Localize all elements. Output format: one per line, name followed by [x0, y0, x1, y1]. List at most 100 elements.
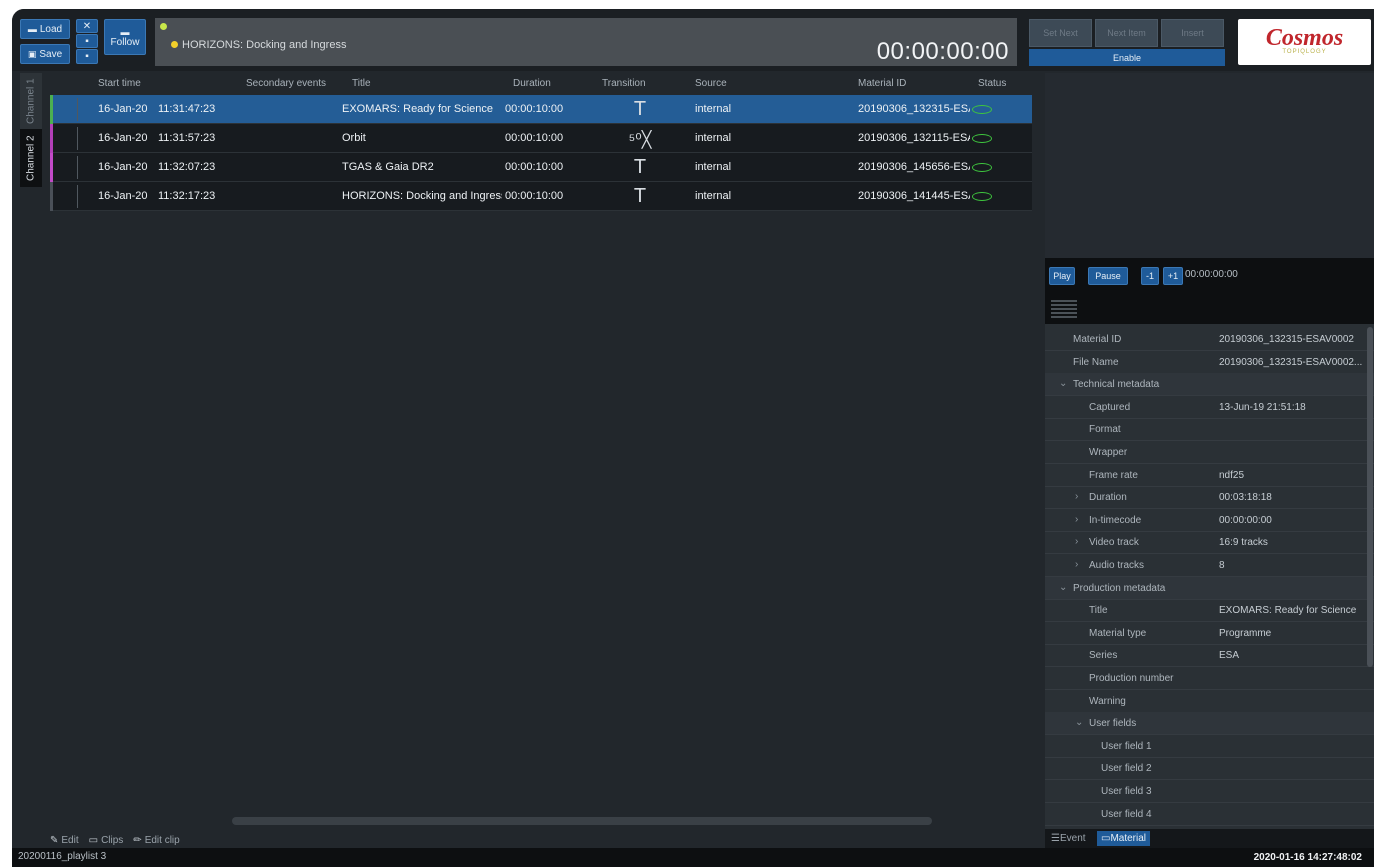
metadata-label: Technical metadata [1073, 379, 1160, 391]
row-title: TGAS & Gaia DR2 [342, 161, 434, 173]
metadata-value: EXOMARS: Ready for Science [1219, 605, 1357, 617]
row-material-id: 20190306_132115-ESAV0001 [858, 132, 970, 144]
transition-cut-icon[interactable]: T [628, 185, 652, 208]
chevron-down-icon[interactable]: ⌄ [1059, 378, 1067, 389]
metadata-row[interactable]: ⌄ Technical metadata [1045, 373, 1374, 397]
tab-channel-1[interactable]: Channel 1 [20, 73, 42, 129]
metadata-panel: Material ID 20190306_132315-ESAV0002 File … [1045, 324, 1374, 829]
metadata-value: 20190306_132315-ESAV0002 [1219, 334, 1354, 345]
delete-button[interactable]: ✕ [76, 19, 98, 33]
metadata-label: Captured [1089, 401, 1131, 413]
status-ok-icon [972, 192, 992, 201]
metadata-label: Warning [1089, 695, 1126, 707]
metadata-row: User field 2 [1045, 757, 1374, 781]
chevron-down-icon[interactable]: ⌄ [1075, 717, 1083, 728]
row-time: 11:31:47:23 [158, 103, 216, 115]
row-source: internal [695, 161, 732, 173]
metadata-value: 00:00:00:00 [1219, 514, 1272, 526]
playlist-row[interactable]: 16-Jan-20 11:31:57:23 Orbit 00:00:10:00 … [50, 124, 1032, 153]
row-date: 16-Jan-20 [98, 103, 148, 115]
set-next-button[interactable]: Set Next [1029, 19, 1092, 47]
col-source[interactable]: Source [695, 78, 727, 89]
row-title: HORIZONS: Docking and Ingress [342, 190, 502, 202]
follow-button[interactable]: ▬ Follow [104, 19, 146, 55]
player-timecode: 00:00:00:00 [1185, 269, 1238, 280]
metadata-label: User fields [1089, 718, 1137, 730]
col-start-time[interactable]: Start time [98, 78, 141, 89]
transition-cut-icon[interactable]: T [628, 98, 652, 121]
col-duration[interactable]: Duration [513, 78, 551, 89]
metadata-label: User field 2 [1101, 763, 1152, 775]
pause-button[interactable]: Pause [1088, 267, 1128, 285]
step-back-button[interactable]: -1 [1141, 267, 1159, 285]
metadata-row[interactable]: ⌄ Production metadata [1045, 576, 1374, 600]
metadata-label: Material type [1089, 627, 1147, 639]
chevron-right-icon[interactable]: › [1075, 559, 1078, 570]
paste-button[interactable]: ▪ [76, 49, 98, 64]
step-forward-button[interactable]: +1 [1163, 267, 1183, 285]
pencil-icon: ✏ [133, 834, 142, 846]
load-button[interactable]: ▬ Load [20, 19, 70, 39]
row-title: Orbit [342, 132, 366, 144]
metadata-label: User field 1 [1101, 740, 1152, 752]
metadata-label: Audio tracks [1089, 560, 1145, 571]
metadata-row: Frame rate ndf25 [1045, 464, 1374, 487]
chevron-right-icon[interactable]: › [1075, 491, 1078, 502]
metadata-row: User field 4 [1045, 803, 1374, 826]
metadata-row[interactable]: › In-timecode 00:00:00:00 [1045, 509, 1374, 532]
chevron-right-icon[interactable]: › [1075, 536, 1078, 547]
playlist-row[interactable]: 16-Jan-20 11:31:47:23 EXOMARS: Ready for… [50, 95, 1032, 124]
save-button[interactable]: ▣ Save [20, 44, 70, 64]
metadata-value: ndf25 [1219, 469, 1245, 481]
row-time: 11:31:57:23 [158, 132, 216, 144]
metadata-row: Material ID 20190306_132315-ESAV0002 [1045, 328, 1374, 351]
event-tab[interactable]: ☰ Event [1047, 831, 1090, 846]
edit-clip-tab[interactable]: ✏ Edit clip [133, 835, 179, 846]
monitor-icon: ▬ [120, 26, 130, 37]
play-button[interactable]: Play [1049, 267, 1075, 285]
playlist-row[interactable]: 16-Jan-20 11:32:17:23 HORIZONS: Docking … [50, 182, 1032, 211]
vertical-scrollbar[interactable] [1367, 327, 1373, 667]
monitor-icon: ▭ [88, 834, 99, 846]
transition-mix-icon[interactable]: ⁵⁰╳ [628, 130, 652, 150]
metadata-value: 00:03:18:18 [1219, 492, 1272, 504]
video-preview [1045, 73, 1374, 258]
now-playing-title: HORIZONS: Docking and Ingress [182, 39, 347, 51]
col-secondary-events[interactable]: Secondary events [246, 78, 326, 89]
copy-button[interactable]: ▪ [76, 34, 98, 48]
tab-channel-2[interactable]: Channel 2 [20, 129, 42, 187]
chevron-right-icon[interactable]: › [1075, 514, 1078, 525]
metadata-row[interactable]: › Audio tracks 8 [1045, 554, 1374, 577]
metadata-row[interactable]: ⌄ User fields [1045, 712, 1374, 736]
row-material-id: 20190306_132315-ESAV0002 [858, 103, 970, 115]
edit-icon: ✎ [50, 834, 59, 846]
col-material-id[interactable]: Material ID [858, 78, 906, 89]
col-title[interactable]: Title [352, 78, 371, 89]
row-date: 16-Jan-20 [98, 190, 148, 202]
status-dot-green [160, 23, 167, 30]
metadata-row: Captured 13-Jun-19 21:51:18 [1045, 396, 1374, 419]
edit-tab[interactable]: ✎ Edit [50, 835, 79, 846]
col-transition[interactable]: Transition [602, 78, 646, 89]
metadata-row: Format [1045, 418, 1374, 442]
col-status[interactable]: Status [978, 78, 1006, 89]
row-time: 11:32:07:23 [158, 161, 216, 173]
row-title: EXOMARS: Ready for Science [342, 103, 494, 115]
player-controls: Play Pause -1 +1 00:00:00:00 [1045, 258, 1374, 324]
chevron-down-icon[interactable]: ⌄ [1059, 582, 1067, 593]
playlist-row[interactable]: 16-Jan-20 11:32:07:23 TGAS & Gaia DR2 00… [50, 153, 1032, 182]
clips-tab[interactable]: ▭ Clips [89, 835, 124, 846]
next-item-button[interactable]: Next Item [1095, 19, 1158, 47]
insert-button[interactable]: Insert [1161, 19, 1224, 47]
status-ok-icon [972, 105, 992, 114]
horizontal-scrollbar[interactable] [232, 817, 932, 825]
metadata-row: Warning [1045, 690, 1374, 713]
row-duration: 00:00:10:00 [505, 190, 564, 202]
status-ok-icon [972, 134, 992, 143]
material-tab[interactable]: ▭ Material [1097, 831, 1151, 846]
transition-cut-icon[interactable]: T [628, 156, 652, 179]
enable-button[interactable]: Enable [1029, 49, 1225, 66]
metadata-row: User field 3 [1045, 780, 1374, 803]
metadata-row[interactable]: › Video track 16:9 tracks [1045, 531, 1374, 555]
metadata-row[interactable]: › Duration 00:03:18:18 [1045, 486, 1374, 510]
